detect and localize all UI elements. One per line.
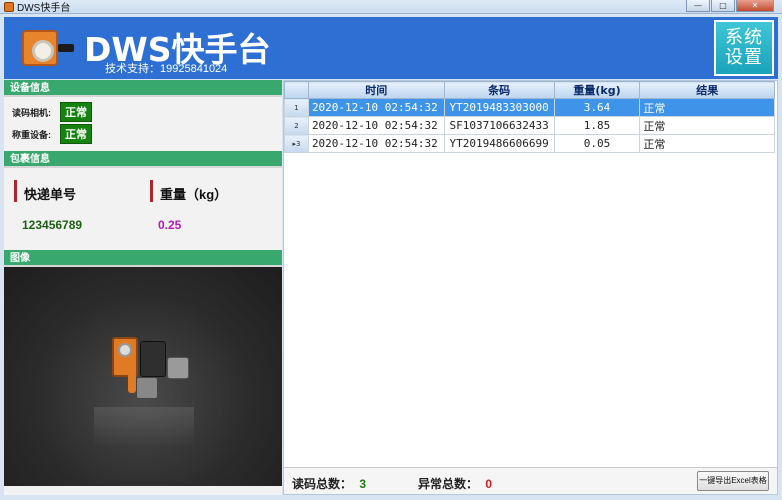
accent-bar xyxy=(14,180,17,202)
lens-icon xyxy=(118,343,132,357)
camera-product-small-icon xyxy=(136,377,158,399)
image-reflection xyxy=(94,407,194,447)
accent-bar xyxy=(150,180,153,202)
cell-result[interactable]: 正常 xyxy=(639,134,775,153)
scale-status-badge: 正常 xyxy=(60,124,92,144)
camera-image xyxy=(4,267,282,486)
app-header: DWS快手台 技术支持：19925841024 系统 设置 xyxy=(4,17,778,79)
cell-barcode[interactable]: YT2019483303000 xyxy=(443,98,555,117)
camera-product-black-icon xyxy=(140,341,166,377)
read-total: 读码总数： 3 xyxy=(292,475,366,492)
table-row[interactable]: ▸3 2020-12-10 02:54:32 YT2019486606699 0… xyxy=(284,134,775,153)
cell-weight[interactable]: 1.85 xyxy=(553,116,641,135)
column-header-barcode[interactable]: 条码 xyxy=(443,81,555,99)
image-header: 图像 xyxy=(4,250,282,267)
cell-time[interactable]: 2020-12-10 02:54:32 xyxy=(307,98,445,117)
table-row[interactable]: 2 2020-12-10 02:54:32 SF1037106632433 1.… xyxy=(284,116,775,135)
weight-value: 0.25 xyxy=(158,218,182,232)
tracking-label: 快递单号 xyxy=(24,187,77,202)
camera-label: 读码相机: xyxy=(12,107,51,118)
mount-bracket-icon xyxy=(128,373,136,393)
settings-label-line1: 系统 xyxy=(725,27,763,48)
camera-product-grey-icon xyxy=(167,357,189,379)
device-info-header: 设备信息 xyxy=(4,80,282,97)
row-number[interactable]: 2 xyxy=(284,116,309,135)
column-header-weight[interactable]: 重量(kg) xyxy=(553,81,641,99)
maximize-button[interactable]: □ xyxy=(711,0,735,12)
camera-status-badge: 正常 xyxy=(60,102,92,122)
error-total: 异常总数： 0 xyxy=(418,475,492,492)
table-header-row: 时间 条码 重量(kg) 结果 xyxy=(284,81,775,99)
read-total-value: 3 xyxy=(359,477,367,491)
cell-time[interactable]: 2020-12-10 02:54:32 xyxy=(307,134,445,153)
scale-label: 称重设备: xyxy=(12,129,51,140)
row-number[interactable]: ▸3 xyxy=(284,134,309,153)
cell-barcode[interactable]: YT2019486606699 xyxy=(443,134,555,153)
window-controls: — □ ✕ xyxy=(686,0,774,12)
column-header-result[interactable]: 结果 xyxy=(639,81,775,99)
cell-weight[interactable]: 0.05 xyxy=(553,134,641,153)
error-total-value: 0 xyxy=(485,477,493,491)
minimize-button[interactable]: — xyxy=(686,0,710,12)
window-title: DWS快手台 xyxy=(17,3,71,14)
app-icon xyxy=(4,1,14,12)
column-header-time[interactable]: 时间 xyxy=(307,81,445,99)
connector-icon xyxy=(58,44,74,52)
export-excel-button[interactable]: 一键导出Excel表格 xyxy=(697,471,769,491)
cell-time[interactable]: 2020-12-10 02:54:32 xyxy=(307,116,445,135)
tracking-value: 123456789 xyxy=(22,218,83,232)
read-total-label: 读码总数： xyxy=(292,477,353,491)
logo xyxy=(18,24,76,72)
left-panel: 设备信息 读码相机: 正常 称重设备: 正常 包裹信息 快递单号 1234567… xyxy=(4,80,282,495)
weight-label: 重量（kg） xyxy=(160,187,228,202)
package-info: 快递单号 123456789 重量（kg） 0.25 xyxy=(4,168,282,250)
window-titlebar: DWS快手台 — □ ✕ xyxy=(0,0,782,14)
system-settings-button[interactable]: 系统 设置 xyxy=(714,20,774,76)
close-button[interactable]: ✕ xyxy=(736,0,774,12)
package-info-header: 包裹信息 xyxy=(4,151,282,168)
records-table: 时间 条码 重量(kg) 结果 1 2020-12-10 02:54:32 YT… xyxy=(284,81,775,153)
cell-barcode[interactable]: SF1037106632433 xyxy=(443,116,555,135)
camera-logo-icon xyxy=(22,30,58,66)
cell-result[interactable]: 正常 xyxy=(639,98,775,117)
scale-status-row: 称重设备: 正常 xyxy=(4,123,282,145)
settings-label-line2: 设置 xyxy=(725,47,763,68)
camera-status-row: 读码相机: 正常 xyxy=(4,101,282,123)
row-header-corner xyxy=(284,81,309,99)
table-row[interactable]: 1 2020-12-10 02:54:32 YT2019483303000 3.… xyxy=(284,98,775,117)
summary-footer: 读码总数： 3 异常总数： 0 一键导出Excel表格 xyxy=(284,467,777,494)
cell-result[interactable]: 正常 xyxy=(639,116,775,135)
cell-weight[interactable]: 3.64 xyxy=(553,98,641,117)
row-number[interactable]: 1 xyxy=(284,98,309,117)
support-contact: 技术支持：19925841024 xyxy=(105,63,228,75)
records-panel: 时间 条码 重量(kg) 结果 1 2020-12-10 02:54:32 YT… xyxy=(283,80,778,495)
error-total-label: 异常总数： xyxy=(418,477,479,491)
